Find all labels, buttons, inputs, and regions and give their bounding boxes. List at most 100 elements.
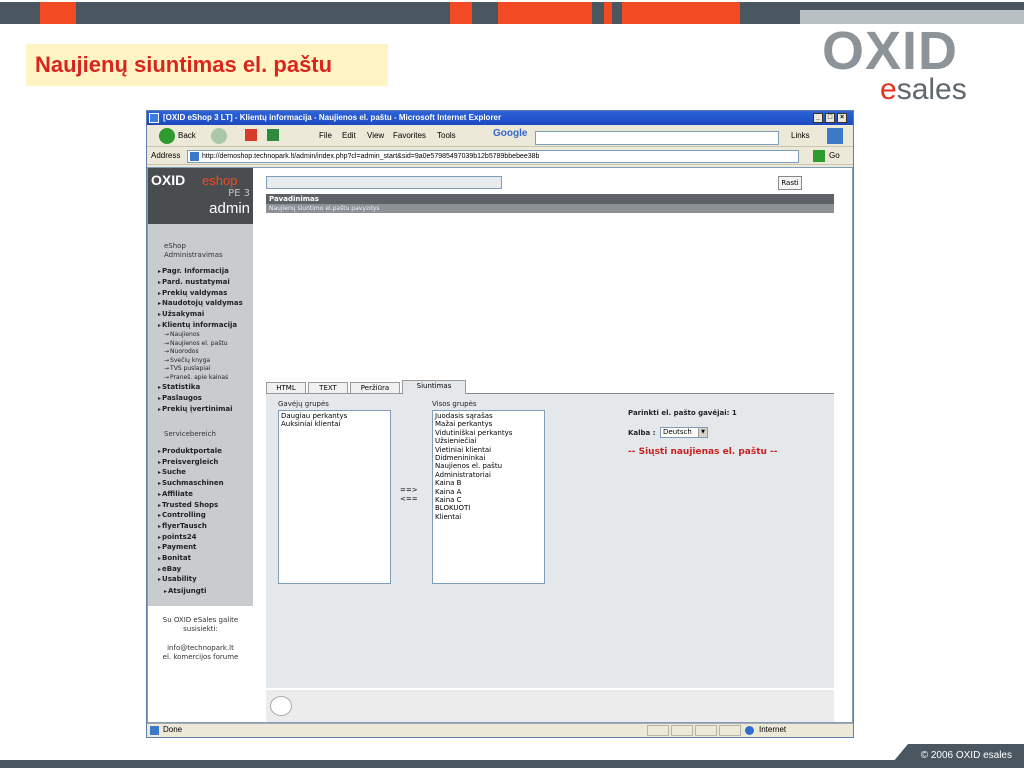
back-button[interactable]: Back — [178, 130, 196, 142]
section-eshop-admin: eShop Administravimas — [164, 242, 223, 259]
sidebar-item[interactable]: Trusted Shops — [158, 500, 218, 511]
minimize-button[interactable]: _ — [813, 113, 823, 123]
list-item[interactable]: Didmenininkai — [435, 454, 542, 462]
sidebar-item[interactable]: Statistika — [158, 382, 200, 393]
sidebar-subitem[interactable]: Praneš. apie kainas — [164, 374, 228, 382]
sidebar-item[interactable]: Prekių valdymas — [158, 288, 227, 299]
menu-favorites[interactable]: Favorites — [393, 130, 426, 142]
sidebar-subitem[interactable]: TVS puslapiai — [164, 365, 210, 373]
sidebar-item[interactable]: eBay — [158, 564, 181, 575]
all-groups-list[interactable]: Juodasis sąrašas Mažai perkantys Vidutiniš… — [432, 410, 545, 584]
sidebar-subitem[interactable]: Naujienos el. paštu — [164, 340, 227, 348]
sidebar-item[interactable]: Užsakymai — [158, 309, 204, 320]
sidebar-item[interactable]: Usability — [158, 574, 197, 585]
status-text: Done — [163, 725, 183, 734]
list-row[interactable]: Naujienų siuntimo el.paštu pavyzdys — [266, 204, 834, 213]
close-button[interactable]: × — [837, 113, 847, 123]
go-arrow-icon[interactable] — [813, 150, 825, 162]
address-label: Address — [151, 151, 181, 160]
all-groups-label: Visos grupės — [432, 400, 477, 408]
search-button[interactable]: Rasti — [778, 176, 802, 190]
list-item[interactable]: BLOKUOTI — [435, 504, 542, 512]
refresh-icon[interactable] — [267, 129, 279, 141]
address-input[interactable]: http://demoshop.technopark.lt/admin/inde… — [187, 150, 799, 163]
list-item[interactable]: Auksiniai klientai — [281, 420, 388, 428]
sidebar-item[interactable]: Controlling — [158, 510, 206, 521]
tab-preview[interactable]: Peržiūra — [350, 382, 400, 394]
tab-bar: HTML TEXT Peržiūra Siuntimas — [266, 380, 834, 395]
recipient-groups-list[interactable]: Daugiau perkantys Auksiniai klientai — [278, 410, 391, 584]
sidebar-item[interactable]: Naudotojų valdymas — [158, 298, 243, 309]
add-group-button[interactable]: ==> — [400, 486, 418, 495]
sidebar-item[interactable]: Suche — [158, 467, 186, 478]
maximize-button[interactable]: □ — [825, 113, 835, 123]
sidebar-item[interactable]: Bonitat — [158, 553, 191, 564]
tab-send[interactable]: Siuntimas — [402, 380, 466, 395]
sidebar-item[interactable]: Pard. nustatymai — [158, 277, 230, 288]
address-bar: Address http://demoshop.technopark.lt/ad… — [147, 147, 853, 165]
sidebar-logo-oxid: OXID — [151, 172, 186, 188]
browser-titlebar: [OXID eShop 3 LT] - Klientų informacija … — [147, 111, 853, 125]
sidebar-header: OXID eshop PE 3 admin — [148, 168, 253, 224]
google-search-input[interactable] — [535, 131, 779, 145]
stop-icon[interactable] — [245, 129, 257, 141]
page-done-icon — [150, 726, 159, 735]
language-select[interactable]: Deutsch ▼ — [660, 427, 708, 438]
sidebar-item[interactable]: Klientų informacija — [158, 320, 237, 331]
remove-group-button[interactable]: <== — [400, 495, 418, 504]
menu-tools[interactable]: Tools — [437, 130, 456, 142]
bottom-toolbar — [266, 690, 834, 722]
google-toolbar[interactable]: Google — [493, 128, 527, 140]
sidebar-subitem[interactable]: Nuorodos — [164, 348, 199, 356]
book-icon[interactable] — [270, 696, 292, 716]
sidebar-subitem[interactable]: Naujienos — [164, 331, 200, 339]
list-item[interactable]: Kaina C — [435, 496, 542, 504]
list-item[interactable]: Mažai perkantys — [435, 420, 542, 428]
sidebar-item[interactable]: Pagr. Informacija — [158, 266, 229, 277]
sidebar-item[interactable]: Prekių įvertinimai — [158, 404, 233, 415]
sidebar-item[interactable]: points24 — [158, 532, 196, 543]
search-input[interactable] — [266, 176, 502, 189]
list-header-title[interactable]: Pavadinimas — [266, 194, 834, 204]
ie-icon — [149, 113, 159, 123]
sidebar-item[interactable]: Payment — [158, 542, 196, 553]
windows-flag-icon — [827, 128, 843, 144]
menu-edit[interactable]: Edit — [342, 130, 356, 142]
list-item[interactable]: Kaina B — [435, 479, 542, 487]
sidebar-item[interactable]: Suchmaschinen — [158, 478, 224, 489]
list-item[interactable]: Klientai — [435, 513, 542, 521]
menu-file[interactable]: File — [319, 130, 332, 142]
list-item[interactable]: Administratoriai — [435, 471, 542, 479]
forward-arrow-icon[interactable] — [211, 128, 227, 144]
list-item[interactable]: Daugiau perkantys — [281, 412, 388, 420]
sidebar-item[interactable]: Produktportale — [158, 446, 222, 457]
zone-text: Internet — [759, 725, 787, 734]
sidebar-subitem[interactable]: Svečių knyga — [164, 357, 210, 365]
sidebar-item[interactable]: flyerTausch — [158, 521, 207, 532]
tab-text[interactable]: TEXT — [308, 382, 348, 394]
list-item[interactable]: Kaina A — [435, 488, 542, 496]
logout-link[interactable]: Atsijungti — [164, 586, 206, 597]
list-item[interactable]: Vidutiniškai perkantys — [435, 429, 542, 437]
tab-html[interactable]: HTML — [266, 382, 306, 394]
sidebar-logo-eshop: eshop — [202, 173, 238, 188]
chevron-down-icon: ▼ — [698, 428, 707, 437]
page-viewport: OXID eshop PE 3 admin eShop Administravi… — [147, 167, 853, 723]
sidebar-item[interactable]: Affiliate — [158, 489, 193, 500]
list-item[interactable]: Užsieniečiai — [435, 437, 542, 445]
list-item[interactable]: Juodasis sąrašas — [435, 412, 542, 420]
menu-view[interactable]: View — [367, 130, 384, 142]
back-arrow-icon[interactable] — [159, 128, 175, 144]
list-item[interactable]: Naujienos el. paštu — [435, 462, 542, 470]
edition-label: PE 3 — [228, 188, 250, 199]
admin-sidebar: OXID eshop PE 3 admin eShop Administravi… — [148, 168, 253, 722]
recipients-count: Parinkti el. pašto gavėjai: 1 — [628, 409, 737, 417]
sidebar-item[interactable]: Paslaugos — [158, 393, 202, 404]
go-button[interactable]: Go — [829, 150, 840, 162]
list-item[interactable]: Vietiniai klientai — [435, 446, 542, 454]
links-button[interactable]: Links — [791, 130, 810, 142]
send-newsletter-link[interactable]: -- Siųsti naujienas el. paštu -- — [628, 447, 778, 457]
copyright: © 2006 OXID esales — [920, 750, 1012, 761]
admin-label: admin — [209, 200, 250, 217]
sidebar-item[interactable]: Preisvergleich — [158, 457, 218, 468]
